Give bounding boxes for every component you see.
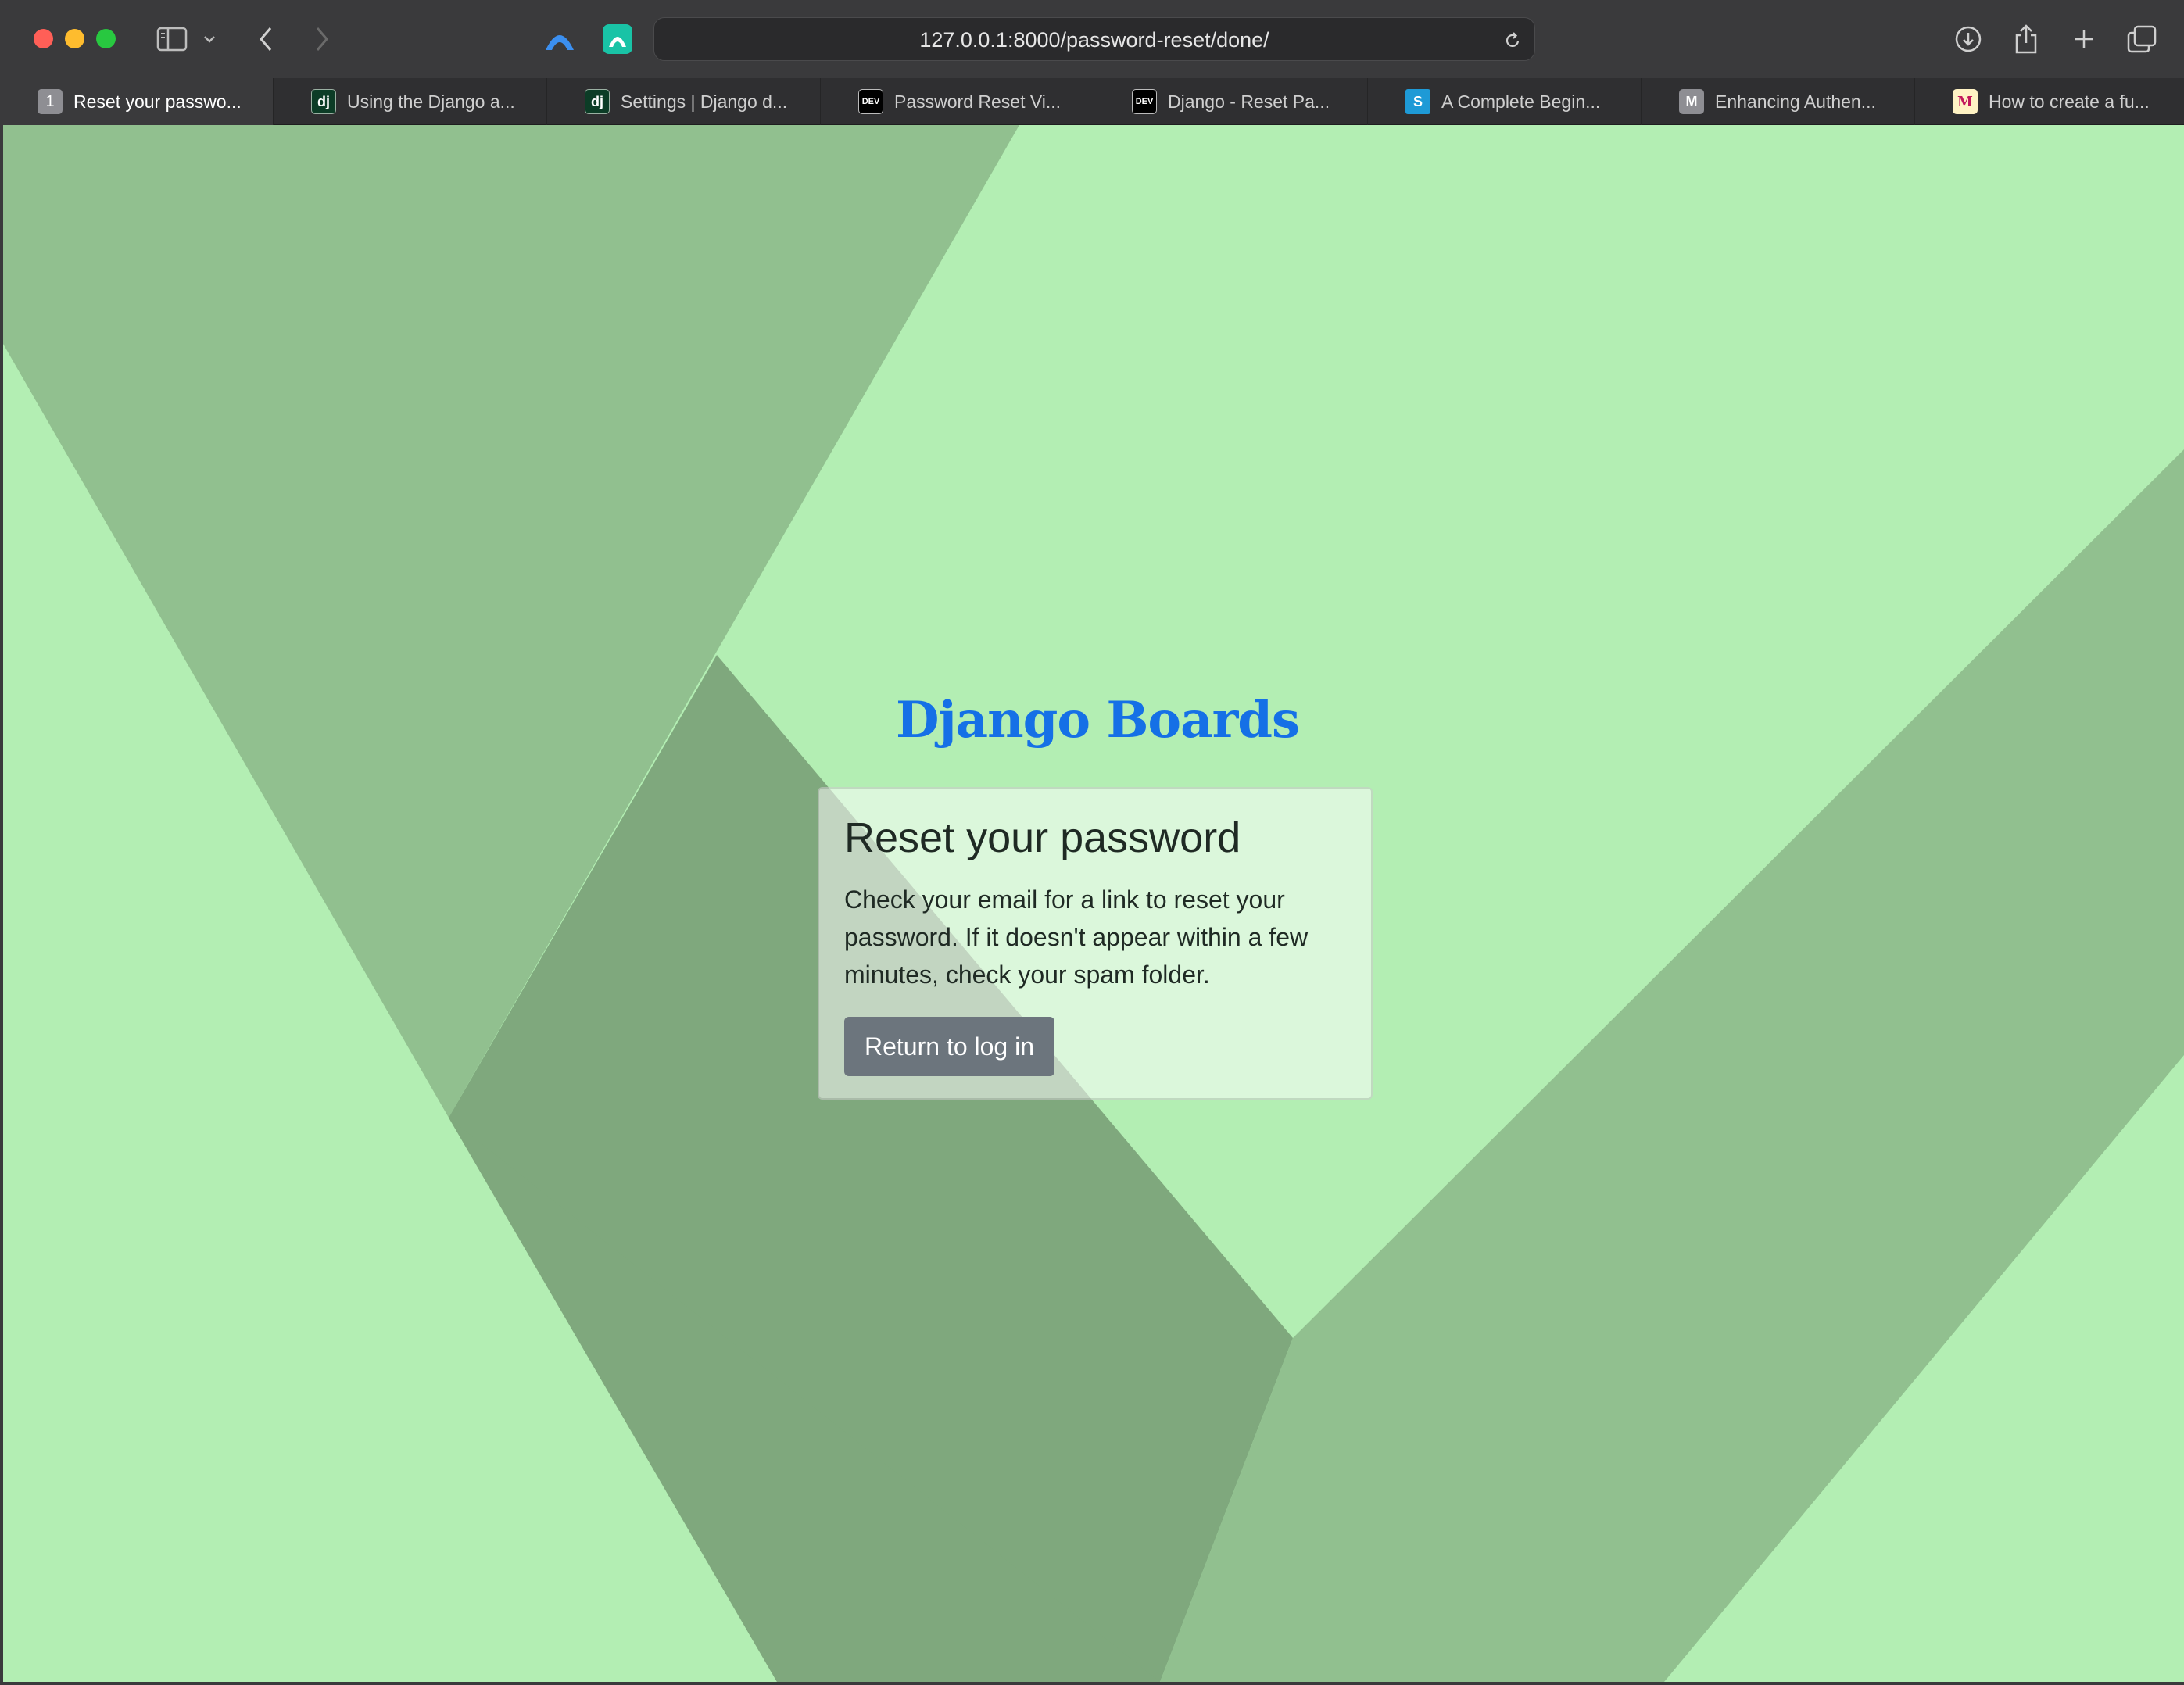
arch-app-icon — [603, 24, 632, 54]
return-to-login-button[interactable]: Return to log in — [844, 1017, 1055, 1076]
site-logo[interactable]: Django Boards — [785, 691, 1410, 749]
browser-window: 127.0.0.1:8000/password-reset/done/ 1 Re… — [0, 0, 2184, 1685]
chevron-left-icon — [260, 27, 272, 51]
m-site-icon: M — [1679, 89, 1704, 114]
chevron-right-icon — [316, 27, 328, 51]
tab-label: Enhancing Authen... — [1715, 91, 1876, 112]
dev-community-icon: DEV — [1132, 89, 1157, 114]
tab-label: Reset your passwo... — [73, 91, 242, 112]
share-button[interactable] — [2004, 17, 2048, 61]
tab-label: Django - Reset Pa... — [1168, 91, 1330, 112]
tab-enhancing-auth[interactable]: M Enhancing Authen... — [1642, 78, 1915, 125]
django-icon: dj — [585, 89, 610, 114]
numbered-tab-icon: 1 — [38, 89, 63, 114]
minimize-window-button[interactable] — [65, 29, 84, 48]
tab-django-settings[interactable]: dj Settings | Django d... — [547, 78, 821, 125]
address-bar[interactable]: 127.0.0.1:8000/password-reset/done/ — [653, 17, 1535, 61]
s-site-icon: S — [1405, 89, 1430, 114]
plus-icon — [2075, 30, 2093, 48]
tab-bar: 1 Reset your passwo... dj Using the Djan… — [0, 78, 2184, 125]
django-icon: dj — [311, 89, 336, 114]
tab-label: Using the Django a... — [347, 91, 515, 112]
card-title: Reset your password — [844, 814, 1241, 861]
back-button[interactable] — [244, 17, 288, 61]
maximize-window-button[interactable] — [96, 29, 116, 48]
share-icon — [2015, 24, 2037, 54]
sidebar-icon — [156, 27, 188, 52]
tab-complete-beginner[interactable]: S A Complete Begin... — [1368, 78, 1642, 125]
extension-button[interactable] — [596, 17, 639, 61]
tab-how-to-create[interactable]: M How to create a fu... — [1915, 78, 2184, 125]
tab-django-auth[interactable]: dj Using the Django a... — [274, 78, 547, 125]
chevron-down-icon — [204, 36, 215, 43]
vpn-extension-button[interactable] — [538, 17, 582, 61]
page-content: Django Boards Reset your password Check … — [3, 125, 2184, 1682]
browser-toolbar: 127.0.0.1:8000/password-reset/done/ — [0, 0, 2184, 78]
tab-label: Settings | Django d... — [621, 91, 788, 112]
sidebar-menu-button[interactable] — [194, 17, 225, 61]
tab-overview-icon — [2127, 25, 2157, 53]
downloads-button[interactable] — [1946, 17, 1990, 61]
new-tab-button[interactable] — [2062, 17, 2106, 61]
download-icon — [1955, 26, 1982, 52]
gmail-style-m-icon: M — [1953, 89, 1978, 114]
tab-password-reset-views[interactable]: DEV Password Reset Vi... — [821, 78, 1094, 125]
tab-label: Password Reset Vi... — [894, 91, 1062, 112]
dev-community-icon: DEV — [858, 89, 883, 114]
card-message: Check your email for a link to reset you… — [844, 885, 1309, 989]
tab-label: A Complete Begin... — [1441, 91, 1601, 112]
reload-icon[interactable] — [1503, 31, 1522, 50]
sidebar-toggle-button[interactable] — [150, 17, 194, 61]
tab-label: How to create a fu... — [1989, 91, 2150, 112]
tab-reset-password[interactable]: 1 Reset your passwo... — [0, 78, 274, 125]
tab-django-reset[interactable]: DEV Django - Reset Pa... — [1094, 78, 1368, 125]
tab-overview-button[interactable] — [2120, 17, 2164, 61]
forward-button[interactable] — [300, 17, 344, 61]
arch-shield-icon — [546, 35, 574, 50]
close-window-button[interactable] — [34, 29, 53, 48]
password-reset-card: Reset your password Check your email for… — [818, 787, 1373, 1100]
url-text: 127.0.0.1:8000/password-reset/done/ — [919, 28, 1269, 52]
